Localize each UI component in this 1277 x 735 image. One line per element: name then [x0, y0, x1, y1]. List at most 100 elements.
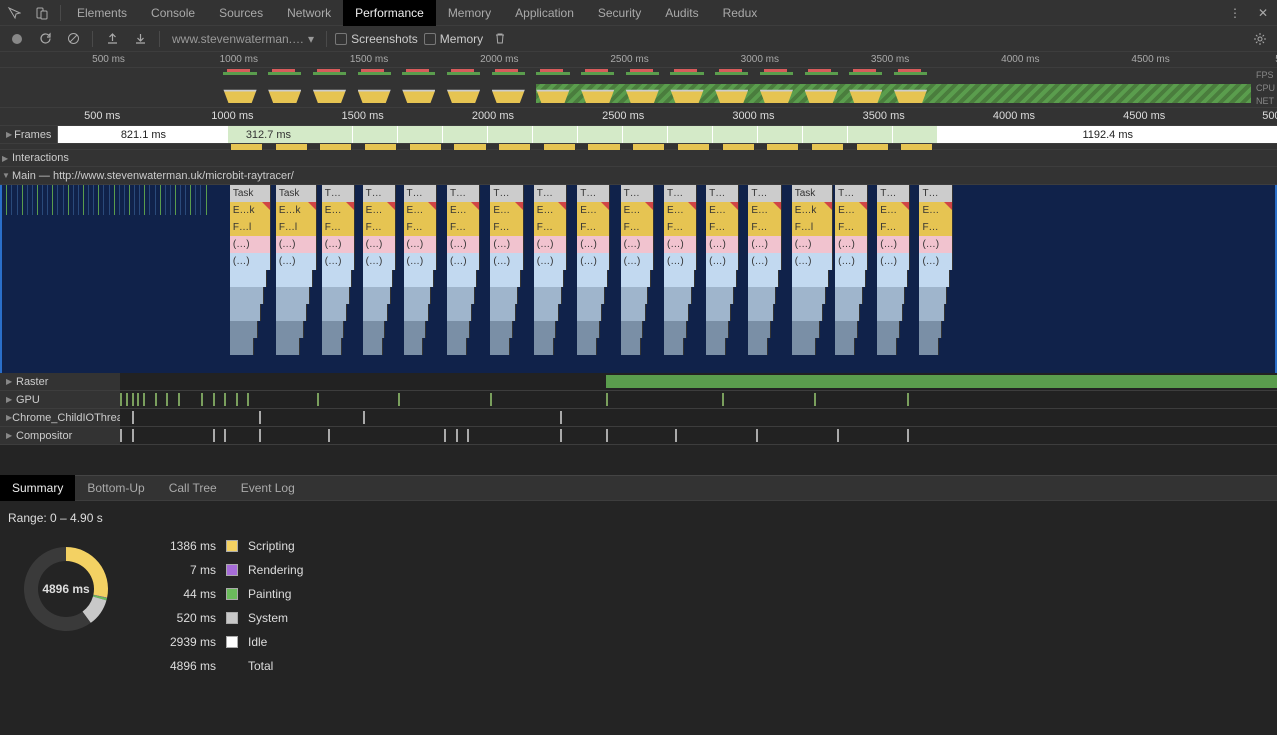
- flame-frame[interactable]: (…): [363, 253, 396, 270]
- frames-track[interactable]: ▶ Frames 821.1 ms 312.7 ms 1192.4 ms: [0, 126, 1277, 144]
- flame-frame[interactable]: (…): [322, 236, 355, 253]
- flame-frame[interactable]: E…: [706, 202, 739, 219]
- tab-performance[interactable]: Performance: [343, 0, 436, 26]
- flame-frame[interactable]: F…: [919, 219, 952, 236]
- flame-frame[interactable]: E…: [447, 202, 480, 219]
- tab-memory[interactable]: Memory: [436, 0, 503, 26]
- flame-frame[interactable]: [792, 287, 826, 304]
- flame-frame[interactable]: F…: [404, 219, 437, 236]
- tab-sources[interactable]: Sources: [207, 0, 275, 26]
- flame-frame[interactable]: (…): [577, 236, 610, 253]
- flame-frame[interactable]: [877, 321, 900, 338]
- flame-frame[interactable]: [276, 321, 304, 338]
- flame-frame[interactable]: F…: [490, 219, 523, 236]
- tab-application[interactable]: Application: [503, 0, 586, 26]
- flame-frame[interactable]: E…: [877, 202, 910, 219]
- flame-frame[interactable]: (…): [577, 253, 610, 270]
- flame-frame[interactable]: T…: [835, 185, 868, 202]
- flame-frame[interactable]: T…: [447, 185, 480, 202]
- flame-frame[interactable]: [748, 338, 768, 355]
- flame-frame[interactable]: (…): [664, 253, 697, 270]
- flame-frame[interactable]: [706, 338, 726, 355]
- flame-frame[interactable]: E…: [322, 202, 355, 219]
- bottom-tab-call-tree[interactable]: Call Tree: [157, 475, 229, 501]
- flame-frame[interactable]: (…): [706, 253, 739, 270]
- flame-frame[interactable]: [363, 287, 391, 304]
- flame-frame[interactable]: [534, 321, 557, 338]
- record-icon[interactable]: [6, 28, 28, 50]
- flame-frame[interactable]: F…l: [792, 219, 833, 236]
- flame-frame[interactable]: [621, 321, 644, 338]
- flame-frame[interactable]: [621, 270, 652, 287]
- tab-audits[interactable]: Audits: [653, 0, 710, 26]
- clear-icon[interactable]: [62, 28, 84, 50]
- close-icon[interactable]: ✕: [1249, 0, 1277, 26]
- frame-segments-group[interactable]: [308, 126, 938, 143]
- flame-frame[interactable]: E…k: [276, 202, 317, 219]
- flame-frame[interactable]: E…k: [792, 202, 833, 219]
- flame-frame[interactable]: [363, 270, 394, 287]
- flame-frame[interactable]: [621, 287, 649, 304]
- tab-elements[interactable]: Elements: [65, 0, 139, 26]
- flame-frame[interactable]: E…: [919, 202, 952, 219]
- flame-frame[interactable]: (…): [792, 236, 833, 253]
- flame-frame[interactable]: (…): [230, 236, 271, 253]
- flame-frame[interactable]: (…): [404, 236, 437, 253]
- flame-frame[interactable]: [534, 338, 554, 355]
- flame-frame[interactable]: [621, 304, 646, 321]
- frame-segment[interactable]: 312.7 ms: [228, 126, 308, 143]
- flame-frame[interactable]: E…: [835, 202, 868, 219]
- flame-frame[interactable]: (…): [447, 253, 480, 270]
- flame-frame[interactable]: (…): [322, 253, 355, 270]
- flame-frame[interactable]: E…: [577, 202, 610, 219]
- flame-frame[interactable]: T…: [577, 185, 610, 202]
- flame-frame[interactable]: (…): [534, 253, 567, 270]
- flame-frame[interactable]: [577, 338, 597, 355]
- flame-frame[interactable]: T…: [363, 185, 396, 202]
- flame-frame[interactable]: E…k: [230, 202, 271, 219]
- flame-frame[interactable]: F…: [748, 219, 781, 236]
- device-icon[interactable]: [28, 0, 56, 26]
- flame-frame[interactable]: T…: [621, 185, 654, 202]
- flame-frame[interactable]: T…: [877, 185, 910, 202]
- flame-frame[interactable]: [230, 321, 258, 338]
- flame-frame[interactable]: [447, 304, 472, 321]
- flame-frame[interactable]: [748, 287, 776, 304]
- flame-frame[interactable]: [664, 270, 695, 287]
- flame-frame[interactable]: (…): [621, 236, 654, 253]
- flame-frame[interactable]: Task: [230, 185, 271, 202]
- flame-frame[interactable]: Task: [276, 185, 317, 202]
- flame-frame[interactable]: [706, 270, 737, 287]
- flame-frame[interactable]: [490, 321, 513, 338]
- flame-frame[interactable]: F…: [877, 219, 910, 236]
- tab-security[interactable]: Security: [586, 0, 653, 26]
- flame-frame[interactable]: [664, 287, 692, 304]
- frame-segment[interactable]: 821.1 ms: [58, 126, 228, 143]
- main-track-header[interactable]: ▼ Main — http://www.stevenwaterman.uk/mi…: [0, 167, 1277, 185]
- flame-frame[interactable]: (…): [404, 253, 437, 270]
- flame-frame[interactable]: [534, 270, 565, 287]
- flame-frame[interactable]: [322, 321, 345, 338]
- compositor-track[interactable]: ▶Compositor: [0, 427, 1277, 445]
- flame-frame[interactable]: [534, 304, 559, 321]
- flame-frame[interactable]: [447, 321, 470, 338]
- flame-frame[interactable]: [404, 321, 427, 338]
- flame-frame[interactable]: (…): [877, 236, 910, 253]
- flame-frame[interactable]: F…l: [276, 219, 317, 236]
- tab-network[interactable]: Network: [275, 0, 343, 26]
- flame-frame[interactable]: [919, 304, 944, 321]
- flame-frame[interactable]: (…): [534, 236, 567, 253]
- flame-frame[interactable]: [919, 287, 947, 304]
- flame-frame[interactable]: [577, 304, 602, 321]
- flame-frame[interactable]: T…: [534, 185, 567, 202]
- flame-frame[interactable]: [404, 304, 429, 321]
- kebab-icon[interactable]: ⋮: [1221, 0, 1249, 26]
- flame-frame[interactable]: F…: [363, 219, 396, 236]
- recording-select[interactable]: www.stevenwaterman.… ▾: [168, 32, 318, 46]
- flame-frame[interactable]: (…): [919, 253, 952, 270]
- flame-frame[interactable]: [835, 338, 855, 355]
- frame-segment[interactable]: 1192.4 ms: [938, 126, 1277, 143]
- flame-frame[interactable]: [363, 304, 388, 321]
- flame-frame[interactable]: [835, 304, 860, 321]
- flame-frame[interactable]: F…: [577, 219, 610, 236]
